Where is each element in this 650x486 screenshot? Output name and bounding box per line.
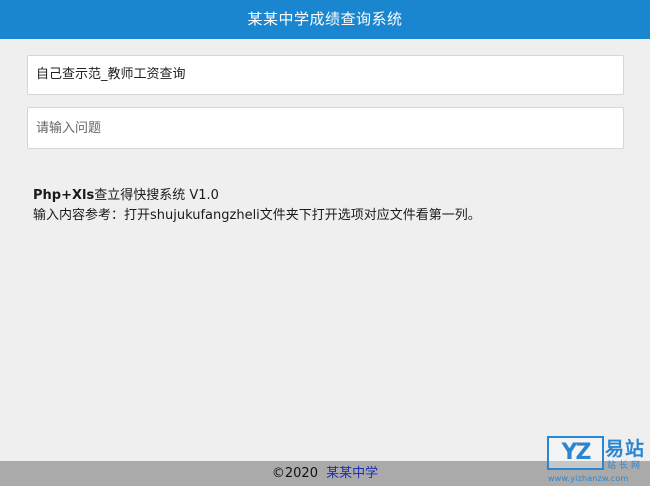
page-header: 某某中学成绩查询系统: [0, 0, 650, 39]
question-input[interactable]: [27, 107, 624, 149]
header-title: 某某中学成绩查询系统: [247, 10, 403, 28]
watermark-name: 易站: [605, 438, 646, 460]
query-type-value: 自己查示范_教师工资查询: [36, 67, 186, 82]
app-name-suffix: 查立得快搜系统 V1.0: [94, 188, 219, 203]
app-name-line: Php+Xls查立得快搜系统 V1.0: [33, 186, 633, 206]
query-type-select[interactable]: 自己查示范_教师工资查询: [27, 55, 624, 95]
footer-school-link[interactable]: 某某中学: [326, 466, 378, 481]
input-hint: 输入内容参考：打开shujukufangzheli文件夹下打开选项对应文件看第一…: [33, 208, 481, 223]
footer-copyright: ©2020: [271, 466, 318, 481]
info-block: Php+Xls查立得快搜系统 V1.0 输入内容参考：打开shujukufang…: [33, 186, 633, 226]
app-name: Php+Xls: [33, 188, 95, 203]
page-footer: ©2020 某某中学: [0, 461, 650, 486]
